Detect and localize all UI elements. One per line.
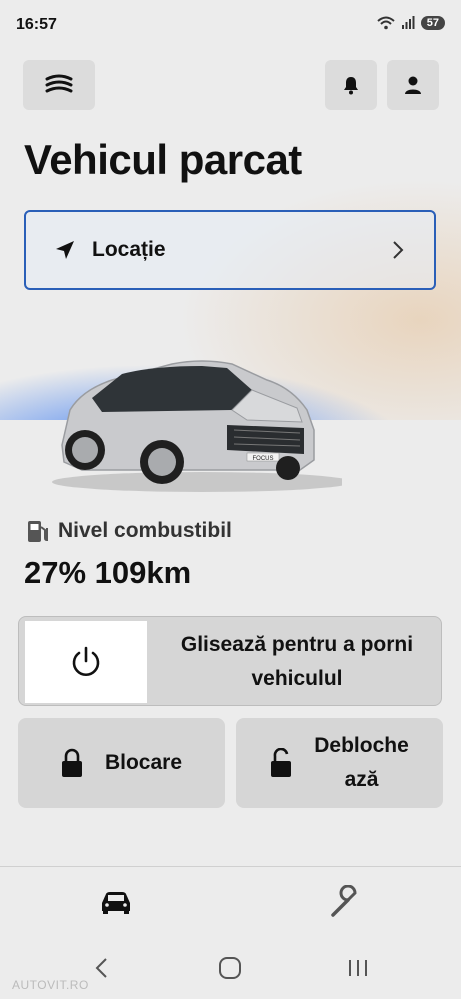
back-icon (95, 958, 107, 978)
page-title: Vehicul parcat (24, 136, 302, 183)
navigation-arrow-icon (56, 241, 74, 259)
watermark: AUTOVIT.RO (12, 978, 89, 992)
status-bar: 16:57 57 (0, 0, 461, 52)
unlock-button[interactable]: Debloche ază (236, 718, 443, 808)
profile-button[interactable] (387, 60, 439, 110)
tab-vehicle[interactable] (86, 880, 146, 924)
status-time: 16:57 (16, 16, 57, 33)
unlock-icon (271, 748, 292, 777)
tab-service[interactable] (316, 880, 376, 924)
unlock-label-line1: Debloche (314, 734, 409, 757)
user-icon (405, 76, 421, 94)
slider-label: Glisează pentru a porni vehiculul (180, 633, 414, 690)
stack-icon (45, 74, 73, 93)
bottom-divider (0, 866, 461, 867)
fuel-pump-icon (28, 521, 48, 542)
vehicle-image: FOCUS (52, 360, 342, 492)
start-vehicle-slider[interactable]: Glisează pentru a porni vehiculul (18, 616, 442, 706)
unlock-label-line2: ază (344, 768, 379, 791)
fuel-level-label: Nivel combustibil (26, 518, 232, 544)
bell-icon (344, 77, 358, 95)
location-card[interactable]: Locație (24, 210, 436, 290)
fuel-label-text: Nivel combustibil (58, 519, 232, 542)
nav-recents-button[interactable] (333, 950, 383, 986)
lock-button[interactable]: Blocare (18, 718, 225, 808)
nav-home-button[interactable] (205, 950, 255, 986)
location-label: Locație (92, 238, 166, 261)
signal-icon (401, 16, 415, 29)
notifications-button[interactable] (325, 60, 377, 110)
lock-icon (61, 748, 82, 777)
power-icon (72, 646, 100, 676)
recents-icon (349, 960, 367, 976)
chevron-right-icon (393, 241, 404, 259)
unlock-label: Debloche ază (314, 729, 409, 797)
menu-button[interactable] (23, 60, 95, 110)
status-icons: 57 (377, 16, 445, 30)
car-icon (102, 892, 130, 914)
vehicle-badge: FOCUS (253, 456, 274, 462)
fuel-value: 27% 109km (24, 555, 192, 590)
battery-indicator: 57 (420, 16, 445, 30)
home-icon (219, 957, 241, 979)
slider-handle[interactable] (25, 621, 147, 703)
wrench-icon (331, 885, 357, 917)
wifi-icon (377, 16, 395, 30)
lock-label: Blocare (104, 751, 183, 774)
